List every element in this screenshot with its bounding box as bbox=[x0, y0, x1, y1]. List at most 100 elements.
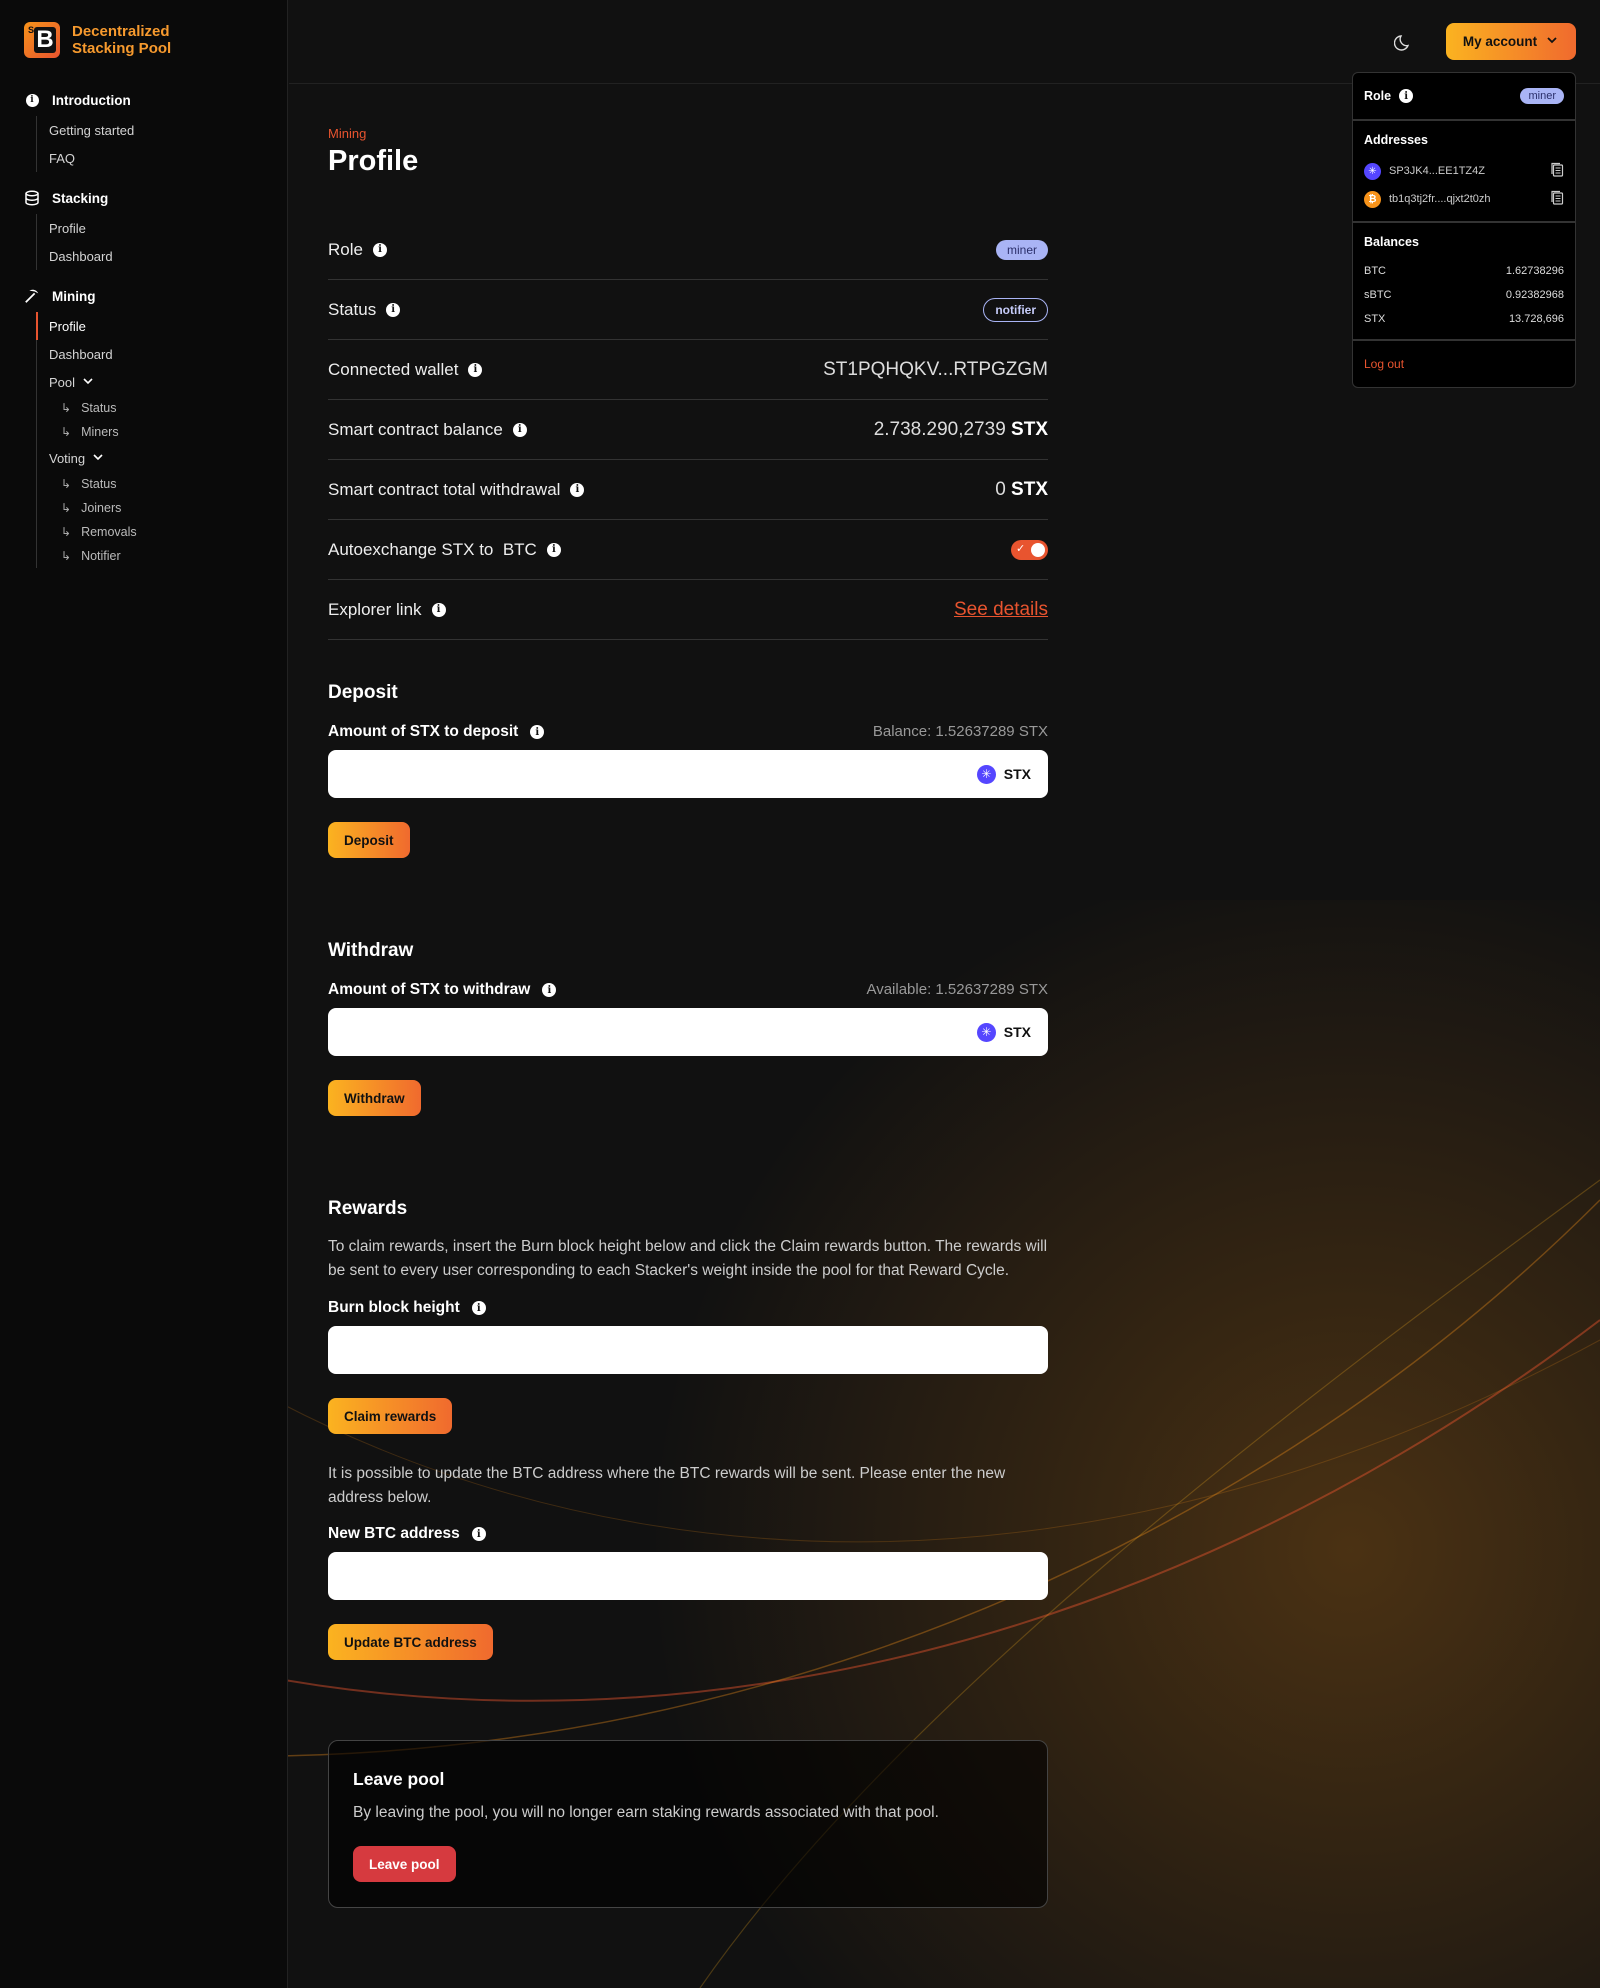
nav-head-mining[interactable]: Mining bbox=[24, 284, 263, 308]
dropdown-addresses: Addresses ✳ SP3JK4...EE1TZ4Z ₿ tb1q3tj2f… bbox=[1353, 121, 1575, 223]
btc-address-label-text: New BTC address bbox=[328, 1525, 460, 1542]
info-icon[interactable]: i bbox=[512, 422, 527, 437]
info-icon[interactable]: i bbox=[542, 983, 557, 997]
role-row: Role i miner bbox=[328, 220, 1048, 280]
nav-item-pool[interactable]: Pool bbox=[49, 368, 263, 396]
burn-height-input[interactable] bbox=[328, 1326, 1048, 1374]
withdrawal-value: 0 STX bbox=[995, 479, 1048, 501]
stx-address: SP3JK4...EE1TZ4Z bbox=[1389, 165, 1485, 177]
nav-item-label: Removals bbox=[81, 525, 137, 539]
nav-item-pool-miners[interactable]: ↳ Miners bbox=[61, 420, 263, 444]
burn-height-field-label: Burn block height i bbox=[328, 1299, 486, 1317]
nav-item-voting[interactable]: Voting bbox=[49, 444, 263, 472]
btc-address: tb1q3tj2fr....qjxt2t0zh bbox=[1389, 193, 1491, 205]
stx-address-row: ✳ SP3JK4...EE1TZ4Z bbox=[1364, 157, 1564, 185]
balance-row-btc: BTC 1.62738296 bbox=[1364, 259, 1564, 283]
logout-link[interactable]: Log out bbox=[1353, 341, 1575, 387]
nav-item-mining-profile[interactable]: Profile bbox=[36, 312, 263, 340]
btc-token-icon: ₿ bbox=[1364, 190, 1381, 208]
status-badge: notifier bbox=[983, 297, 1048, 322]
nav-item-voting-removals[interactable]: ↳ Removals bbox=[61, 520, 263, 544]
see-details-link[interactable]: See details bbox=[954, 599, 1048, 621]
balance-value: 0.92382968 bbox=[1505, 289, 1564, 301]
withdraw-unit: STX bbox=[1003, 1024, 1031, 1040]
copy-icon[interactable] bbox=[1550, 162, 1564, 181]
withdraw-button[interactable]: Withdraw bbox=[328, 1080, 421, 1116]
btc-address-input[interactable] bbox=[328, 1552, 1048, 1600]
nav-head-label: Stacking bbox=[52, 190, 109, 206]
profile-details: Role i miner Status i notifier Connected w… bbox=[328, 220, 1048, 640]
copy-icon[interactable] bbox=[1550, 190, 1564, 209]
rewards-title: Rewards bbox=[328, 1198, 408, 1219]
nav-item-faq[interactable]: FAQ bbox=[49, 144, 263, 172]
nav-item-voting-label: Voting bbox=[49, 450, 86, 466]
info-icon[interactable]: i bbox=[1399, 89, 1414, 103]
balance-name: STX bbox=[1364, 313, 1386, 325]
deposit-amount-input[interactable]: ✳ STX bbox=[328, 750, 1048, 798]
nav-head-stacking[interactable]: Stacking bbox=[24, 186, 263, 210]
nav-item-label: Status bbox=[81, 401, 117, 415]
dropdown-balances: Balances BTC 1.62738296 sBTC 0.92382968 ST… bbox=[1353, 223, 1575, 341]
role-badge: miner bbox=[995, 239, 1048, 260]
deposit-field-label: Amount of STX to deposit i bbox=[328, 723, 545, 741]
arrow-return-icon: ↳ bbox=[61, 501, 72, 515]
leave-pool-description: By leaving the pool, you will no longer … bbox=[353, 1804, 939, 1821]
rewards-description: To claim rewards, insert the Burn block … bbox=[328, 1238, 1048, 1279]
my-account-button[interactable]: My account bbox=[1446, 23, 1576, 60]
toggle-knob bbox=[1031, 542, 1045, 557]
nav-item-voting-joiners[interactable]: ↳ Joiners bbox=[61, 496, 263, 520]
deposit-button[interactable]: Deposit bbox=[328, 822, 410, 858]
info-icon[interactable]: i bbox=[372, 242, 387, 257]
brand[interactable]: SB Decentralized Stacking Pool bbox=[24, 22, 263, 58]
info-icon[interactable]: i bbox=[546, 542, 561, 557]
sidebar: SB Decentralized Stacking Pool i Introdu… bbox=[0, 0, 288, 1988]
nav-item-label: Joiners bbox=[81, 501, 122, 515]
withdraw-available: Available: 1.52637289 STX bbox=[866, 981, 1048, 998]
explorer-row: Explorer link i See details bbox=[328, 580, 1048, 640]
info-icon[interactable]: i bbox=[431, 602, 446, 617]
info-icon[interactable]: i bbox=[530, 725, 545, 739]
balance-value: 1.62738296 bbox=[1505, 265, 1564, 277]
arrow-return-icon: ↳ bbox=[61, 477, 72, 491]
brand-line-1: Decentralized bbox=[72, 23, 170, 40]
status-label: Status bbox=[328, 299, 377, 319]
nav-item-stacking-dashboard[interactable]: Dashboard bbox=[49, 242, 263, 270]
info-icon[interactable]: i bbox=[471, 1301, 486, 1315]
info-icon[interactable]: i bbox=[468, 362, 483, 377]
nav-item-getting-started[interactable]: Getting started bbox=[49, 116, 263, 144]
info-icon[interactable]: i bbox=[471, 1527, 486, 1541]
nav-item-mining-dashboard[interactable]: Dashboard bbox=[49, 340, 263, 368]
nav-item-stacking-profile[interactable]: Profile bbox=[49, 214, 263, 242]
claim-rewards-button[interactable]: Claim rewards bbox=[328, 1398, 453, 1434]
nav-head-introduction[interactable]: i Introduction bbox=[24, 88, 263, 112]
withdrawal-amount: 0 bbox=[995, 478, 1006, 500]
balance-name: sBTC bbox=[1364, 289, 1392, 301]
info-icon[interactable]: i bbox=[570, 482, 585, 497]
nav-item-voting-notifier[interactable]: ↳ Notifier bbox=[61, 544, 263, 568]
status-row: Status i notifier bbox=[328, 280, 1048, 340]
explorer-label: Explorer link bbox=[328, 599, 422, 619]
wallet-label: Connected wallet bbox=[328, 359, 459, 379]
autoexchange-toggle[interactable]: ✓ bbox=[1011, 539, 1048, 560]
withdraw-amount-input[interactable]: ✳ STX bbox=[328, 1008, 1048, 1056]
database-icon bbox=[24, 190, 40, 206]
balance-row: Smart contract balance i 2.738.290,2739 S… bbox=[328, 400, 1048, 460]
stx-token-icon: ✳ bbox=[1364, 162, 1381, 180]
brand-name: Decentralized Stacking Pool bbox=[72, 23, 171, 57]
nav-item-pool-status[interactable]: ↳ Status bbox=[61, 396, 263, 420]
nav-section-introduction: i Introduction Getting started FAQ bbox=[24, 88, 263, 172]
balance-amount: 2.738.290,2739 bbox=[873, 418, 1006, 440]
dropdown-role-row: Role i miner bbox=[1353, 73, 1575, 121]
info-icon[interactable]: i bbox=[386, 302, 401, 317]
role-badge: miner bbox=[1520, 88, 1564, 104]
brand-line-2: Stacking Pool bbox=[72, 40, 172, 57]
dropdown-role-label: Role i bbox=[1364, 89, 1414, 103]
nav-item-voting-status[interactable]: ↳ Status bbox=[61, 472, 263, 496]
withdraw-title: Withdraw bbox=[328, 940, 414, 961]
moon-icon[interactable] bbox=[1393, 32, 1414, 52]
chevron-down-icon bbox=[91, 450, 105, 467]
deposit-unit: STX bbox=[1003, 766, 1031, 782]
update-btc-address-button[interactable]: Update BTC address bbox=[328, 1624, 493, 1660]
balance-unit: STX bbox=[1011, 418, 1048, 440]
leave-pool-button[interactable]: Leave pool bbox=[353, 1846, 456, 1882]
